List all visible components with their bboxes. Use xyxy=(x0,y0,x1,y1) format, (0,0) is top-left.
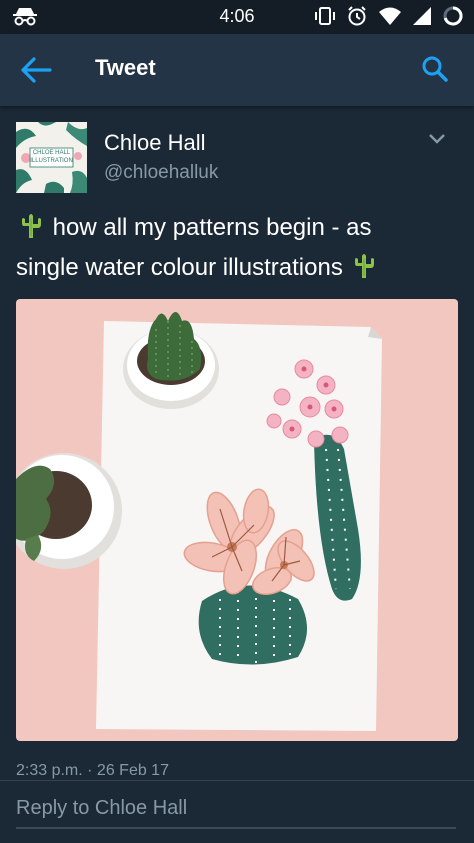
display-name[interactable]: Chloe Hall xyxy=(104,130,206,156)
tweet-menu-button[interactable] xyxy=(428,132,446,144)
app-bar: Tweet xyxy=(0,34,474,106)
reply-bar: Reply to Chloe Hall xyxy=(0,780,474,843)
avatar-logo-subtitle: ILLUSTRATION xyxy=(30,158,73,164)
signal-icon xyxy=(412,6,432,31)
chevron-down-icon xyxy=(429,134,445,144)
tweet-photo[interactable] xyxy=(16,299,458,741)
cactus-icon xyxy=(349,250,379,290)
tweet-text-line-1: how all my patterns begin - as xyxy=(16,210,456,250)
wifi-icon xyxy=(378,6,402,31)
tweet-text-part-1: how all my patterns begin - as xyxy=(46,214,372,241)
arrow-left-icon xyxy=(21,57,52,83)
vibrate-icon xyxy=(314,5,336,32)
battery-icon xyxy=(442,5,464,32)
search-button[interactable] xyxy=(420,54,450,84)
search-icon xyxy=(422,56,448,82)
status-bar: 4:06 xyxy=(0,0,474,34)
tweet-timestamp: 2:33 p.m. · 26 Feb 17 xyxy=(16,762,169,779)
tweet-text-part-2: single water colour illustrations xyxy=(16,254,350,281)
avatar-logo-title: CHLOE HALL xyxy=(32,150,71,156)
alarm-icon xyxy=(346,5,368,32)
reply-input[interactable]: Reply to Chloe Hall xyxy=(16,797,456,829)
user-handle[interactable]: @chloehalluk xyxy=(104,162,218,184)
tweet-text-line-2: single water colour illustrations xyxy=(16,250,456,290)
back-button[interactable] xyxy=(20,56,54,84)
cactus-icon xyxy=(16,210,46,250)
tweet-text: how all my patterns begin - as single wa… xyxy=(16,210,456,290)
avatar[interactable]: CHLOE HALL ILLUSTRATION xyxy=(16,122,87,193)
page-title: Tweet xyxy=(95,55,156,80)
